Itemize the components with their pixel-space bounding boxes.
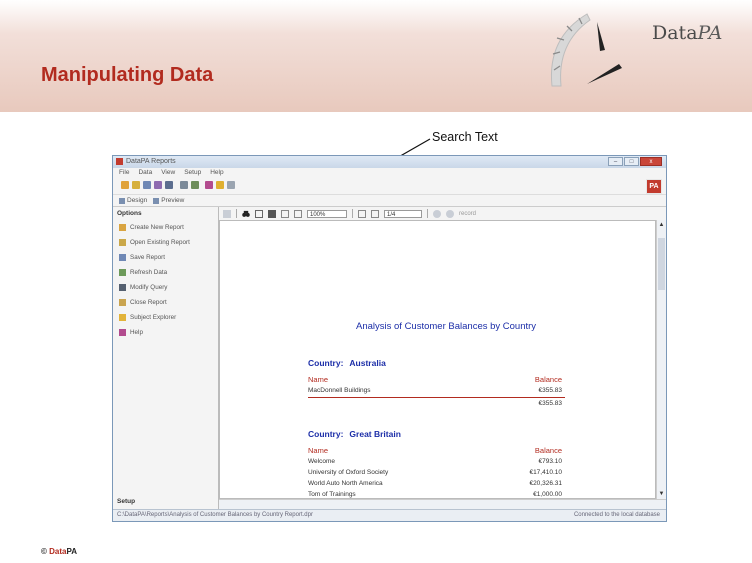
copyright: © DataPA [41, 547, 78, 556]
preview-button[interactable]: Preview [153, 197, 184, 204]
menu-data[interactable]: Data [138, 169, 152, 176]
next-page-icon[interactable] [371, 209, 379, 218]
table-row-name: Welcome [308, 458, 335, 465]
refresh-icon [119, 269, 126, 276]
scroll-down-icon[interactable]: ▼ [657, 491, 666, 497]
sidebar-footer-setup[interactable]: Setup [117, 498, 135, 505]
menubar: File Data View Setup Help [113, 168, 666, 177]
sidebar-item-close-report[interactable]: Close Report [113, 295, 218, 310]
window-controls: – □ x [608, 157, 662, 166]
separator [352, 209, 353, 218]
status-bar: C:\DataPA\Reports\Analysis of Customer B… [113, 509, 666, 521]
minimize-button[interactable]: – [608, 157, 623, 166]
table-row-balance: €355.83 [538, 387, 563, 394]
app-window: DataPA Reports – □ x File Data View Setu… [112, 155, 667, 522]
menu-file[interactable]: File [119, 169, 129, 176]
page-number-field[interactable]: 1/4 [384, 209, 422, 218]
explorer-icon [119, 314, 126, 321]
table-row-name: World Auto North America [308, 480, 383, 487]
save-icon[interactable] [143, 181, 151, 189]
explorer-icon[interactable] [205, 181, 213, 189]
group-total: €355.83 [538, 400, 563, 407]
table-row-balance: €20,326.31 [529, 480, 562, 487]
query-icon[interactable] [180, 181, 188, 189]
close-button[interactable]: x [640, 157, 662, 166]
close-report-icon [119, 299, 126, 306]
maximize-button[interactable]: □ [624, 157, 639, 166]
separator [427, 209, 428, 218]
print-icon[interactable] [154, 181, 162, 189]
group-header-great-britain: Country: Great Britain [308, 429, 401, 439]
wizard-icon[interactable] [216, 181, 224, 189]
save-report-icon [119, 254, 126, 261]
open-report-icon [119, 239, 126, 246]
sidebar-header: Options [117, 210, 142, 217]
group-header-australia: Country: Australia [308, 358, 386, 368]
report-title: Analysis of Customer Balances by Country [356, 321, 537, 332]
app-titlebar: DataPA Reports – □ x [113, 156, 666, 168]
sidebar-item-help[interactable]: Help [113, 325, 218, 340]
settings-icon[interactable] [227, 181, 235, 189]
table-row-balance: €793.10 [538, 458, 563, 465]
preview-toolbar: 100% 1/4 record [219, 207, 666, 220]
sidebar-item-modify-query[interactable]: Modify Query [113, 280, 218, 295]
datapa-badge: PA [646, 179, 662, 194]
zoom-out-icon[interactable] [294, 209, 302, 218]
first-page-icon[interactable] [223, 209, 231, 218]
menu-setup[interactable]: Setup [184, 169, 201, 176]
zoom-select[interactable]: 100% [307, 209, 347, 218]
vertical-scrollbar[interactable]: ▲ ▼ [656, 220, 666, 499]
status-file-path: C:\DataPA\Reports\Analysis of Customer B… [117, 512, 313, 518]
scroll-thumb[interactable] [658, 238, 665, 290]
app-title: DataPA Reports [126, 158, 176, 165]
menu-view[interactable]: View [161, 169, 175, 176]
preview-icon [153, 197, 160, 204]
table-row-name: MacDonnell Buildings [308, 387, 371, 394]
forward-icon[interactable] [446, 209, 454, 218]
page-setup-icon[interactable] [255, 209, 263, 218]
query-icon [119, 284, 126, 291]
print-preview-icon[interactable] [268, 209, 276, 218]
table-row-balance: €1,000.00 [533, 491, 562, 498]
table-row-name: University of Oxford Society [308, 469, 389, 476]
record-nav-label: record [459, 210, 477, 217]
balance-column-header: Balance [534, 446, 562, 455]
prev-page-icon[interactable] [358, 209, 366, 218]
open-icon[interactable] [132, 181, 140, 189]
scroll-up-icon[interactable]: ▲ [657, 222, 666, 228]
new-icon[interactable] [121, 181, 129, 189]
group-divider [308, 397, 565, 398]
help-icon [119, 329, 126, 336]
table-row-name: Tom of Trainings [308, 491, 356, 498]
zoom-in-icon[interactable] [281, 209, 289, 218]
separator [236, 209, 237, 218]
status-connection: Connected to the local database [573, 512, 660, 518]
name-column-header: Name [308, 375, 329, 384]
balance-column-header: Balance [534, 375, 562, 384]
table-row-balance: €17,410.10 [529, 469, 562, 476]
main-toolbar: PA [113, 177, 666, 195]
view-toolbar: Design Preview [113, 195, 666, 207]
options-sidebar: Options Create New Report Open Existing … [113, 207, 219, 509]
export-icon[interactable] [165, 181, 173, 189]
name-column-header: Name [308, 446, 329, 455]
sidebar-item-save-report[interactable]: Save Report [113, 250, 218, 265]
design-button[interactable]: Design [119, 197, 147, 204]
menu-help[interactable]: Help [210, 169, 223, 176]
callout-search-text: Search Text [432, 130, 498, 144]
sidebar-item-refresh-data[interactable]: Refresh Data [113, 265, 218, 280]
search-text-icon[interactable] [242, 210, 250, 218]
sidebar-item-open-existing-report[interactable]: Open Existing Report [113, 235, 218, 250]
app-icon [116, 158, 123, 165]
sidebar-item-subject-explorer[interactable]: Subject Explorer [113, 310, 218, 325]
refresh-icon[interactable] [191, 181, 199, 189]
sidebar-item-create-new-report[interactable]: Create New Report [113, 220, 218, 235]
design-icon [119, 197, 125, 204]
back-icon[interactable] [433, 209, 441, 218]
new-report-icon [119, 224, 126, 231]
report-preview: Analysis of Customer Balances by Country… [219, 220, 656, 499]
